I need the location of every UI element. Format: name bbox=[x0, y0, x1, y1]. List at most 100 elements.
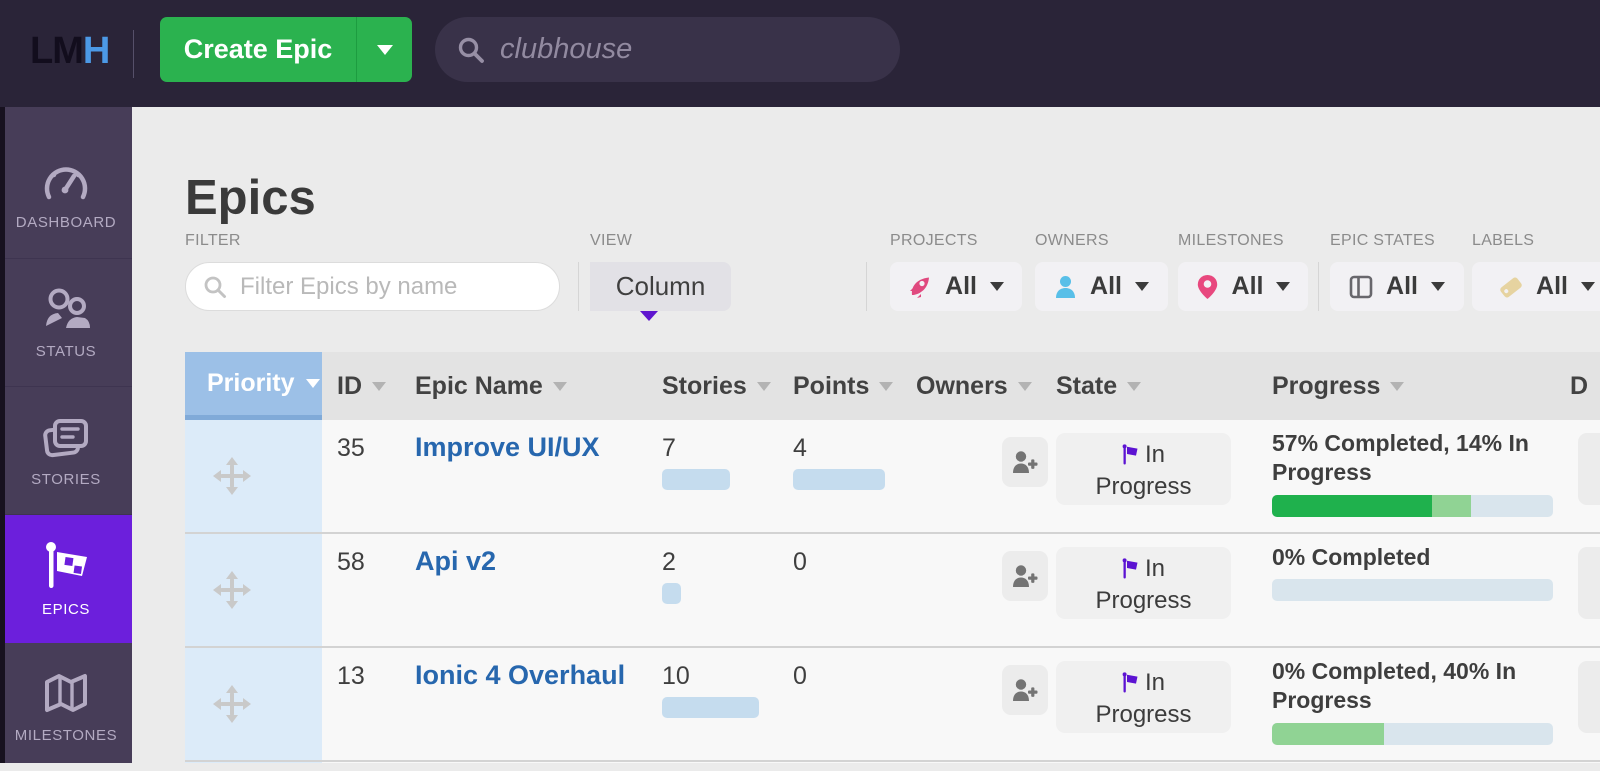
column-header-progress[interactable]: Progress bbox=[1272, 352, 1405, 420]
people-icon bbox=[46, 288, 90, 328]
chevron-down-icon bbox=[1134, 282, 1149, 291]
table-row: 13 Ionic 4 Overhaul 10 0 In Progress 0% … bbox=[185, 648, 1600, 762]
points-bar bbox=[793, 469, 885, 490]
dropdown-value: All bbox=[1231, 272, 1264, 300]
epic-name-link[interactable]: Ionic 4 Overhaul bbox=[415, 660, 625, 691]
dropdown-value: All bbox=[1090, 272, 1122, 300]
sort-caret-icon bbox=[372, 381, 386, 391]
sidebar-item-label: MILESTONES bbox=[14, 727, 118, 744]
filter-section-label: FILTER bbox=[185, 232, 241, 249]
create-epic-button[interactable]: Create Epic bbox=[160, 17, 357, 82]
sidebar-item-label: EPICS bbox=[41, 601, 90, 618]
state-flag-icon bbox=[1122, 444, 1138, 465]
view-toggle-pointer bbox=[640, 311, 658, 321]
view-toggle: Table Column bbox=[590, 262, 760, 556]
state-button[interactable]: In Progress bbox=[1056, 661, 1231, 733]
window-left-edge bbox=[0, 107, 5, 763]
app-logo: LMH bbox=[30, 30, 110, 73]
priority-cell bbox=[185, 648, 322, 760]
drag-handle-icon[interactable] bbox=[213, 685, 251, 723]
drag-handle-icon[interactable] bbox=[213, 457, 251, 495]
owners-filter-dropdown[interactable]: All bbox=[1035, 262, 1168, 311]
column-header-points[interactable]: Points bbox=[793, 352, 894, 420]
column-header-owners[interactable]: Owners bbox=[916, 352, 1032, 420]
add-person-icon bbox=[1013, 564, 1038, 587]
add-owner-button[interactable] bbox=[1002, 665, 1048, 715]
state-button[interactable]: In Progress bbox=[1056, 433, 1231, 505]
epic-name-link[interactable]: Improve UI/UX bbox=[415, 432, 600, 463]
sidebar-item-label: STATUS bbox=[35, 342, 97, 360]
sort-caret-icon bbox=[1390, 381, 1405, 391]
table-header-row: Priority ID Epic Name Stories Points Own… bbox=[185, 352, 1600, 420]
add-owner-button[interactable] bbox=[1002, 437, 1048, 487]
progress-text: 57% Completed, 14% In Progress bbox=[1272, 430, 1529, 486]
logo-text-blue: H bbox=[82, 30, 110, 72]
search-icon bbox=[458, 37, 484, 63]
stories-count: 10 bbox=[662, 662, 690, 690]
deadline-button[interactable] bbox=[1578, 661, 1600, 733]
logo-text-dark: LM bbox=[30, 30, 84, 72]
column-header-label: Points bbox=[793, 371, 870, 400]
milestones-filter-label: MILESTONES bbox=[1178, 232, 1284, 249]
stories-bar bbox=[662, 469, 730, 490]
state-flag-icon bbox=[1122, 558, 1138, 579]
drag-handle-icon[interactable] bbox=[213, 571, 251, 609]
column-header-label: Progress bbox=[1272, 371, 1381, 400]
column-header-state[interactable]: State bbox=[1056, 352, 1142, 420]
table-row: 35 Improve UI/UX 7 4 In Progress 57% Com… bbox=[185, 420, 1600, 534]
epic-id: 58 bbox=[337, 548, 365, 576]
chevron-down-icon bbox=[1580, 282, 1595, 291]
state-flag-icon bbox=[1122, 672, 1138, 693]
filter-input-placeholder: Filter Epics by name bbox=[240, 272, 458, 300]
dropdown-value: All bbox=[945, 272, 977, 300]
column-header-label: Stories bbox=[662, 371, 747, 400]
epic-id: 35 bbox=[337, 434, 365, 462]
deadline-button[interactable] bbox=[1578, 547, 1600, 619]
column-header-deadline[interactable]: D bbox=[1570, 352, 1588, 420]
sidebar-item-milestones[interactable]: MILESTONES bbox=[0, 643, 132, 771]
cards-icon bbox=[43, 418, 88, 457]
add-person-icon bbox=[1013, 678, 1038, 701]
view-toggle-column[interactable]: Column bbox=[590, 262, 731, 311]
section-divider bbox=[866, 262, 867, 311]
projects-filter-dropdown[interactable]: All bbox=[890, 262, 1022, 311]
milestones-filter-dropdown[interactable]: All bbox=[1178, 262, 1308, 311]
stories-count: 2 bbox=[662, 548, 676, 576]
sidebar-item-dashboard[interactable]: DASHBOARD bbox=[0, 131, 132, 259]
progress-inprogress-segment bbox=[1432, 494, 1472, 517]
sidebar-item-status[interactable]: STATUS bbox=[0, 259, 132, 387]
chevron-down-icon bbox=[989, 282, 1004, 291]
priority-cell bbox=[185, 420, 322, 532]
column-header-id[interactable]: ID bbox=[337, 352, 386, 420]
person-icon bbox=[1056, 275, 1076, 298]
create-epic-dropdown-button[interactable] bbox=[357, 17, 412, 82]
progress-bar bbox=[1272, 722, 1553, 745]
filter-epics-input[interactable]: Filter Epics by name bbox=[185, 262, 560, 311]
state-label: In Progress bbox=[1095, 669, 1192, 729]
state-button[interactable]: In Progress bbox=[1056, 547, 1231, 619]
column-header-stories[interactable]: Stories bbox=[662, 352, 771, 420]
sort-caret-icon bbox=[1127, 381, 1142, 391]
column-header-priority[interactable]: Priority bbox=[185, 352, 322, 420]
deadline-button[interactable] bbox=[1578, 433, 1600, 505]
column-header-epic-name[interactable]: Epic Name bbox=[415, 352, 567, 420]
add-person-icon bbox=[1013, 450, 1038, 473]
labels-filter-dropdown[interactable]: All bbox=[1472, 262, 1600, 311]
epic-states-filter-dropdown[interactable]: All bbox=[1330, 262, 1464, 311]
sidebar-item-label: DASHBOARD bbox=[15, 213, 117, 231]
gauge-icon bbox=[44, 166, 88, 199]
progress-cell: 0% Completed bbox=[1272, 543, 1580, 602]
progress-inprogress-segment bbox=[1272, 722, 1385, 745]
epic-name-link[interactable]: Api v2 bbox=[415, 546, 496, 577]
labels-filter-label: LABELS bbox=[1472, 232, 1535, 249]
tag-icon bbox=[1500, 276, 1522, 297]
chevron-down-icon bbox=[1430, 282, 1445, 291]
topbar: LMH Create Epic clubhouse bbox=[0, 0, 1600, 107]
global-search-input[interactable]: clubhouse bbox=[435, 17, 900, 82]
state-label: In Progress bbox=[1095, 441, 1192, 501]
sidebar-item-epics[interactable]: EPICS bbox=[0, 515, 132, 643]
rocket-icon bbox=[910, 277, 930, 298]
sidebar-item-stories[interactable]: STORIES bbox=[0, 387, 132, 515]
add-owner-button[interactable] bbox=[1002, 551, 1048, 601]
sort-caret-icon bbox=[756, 381, 771, 391]
